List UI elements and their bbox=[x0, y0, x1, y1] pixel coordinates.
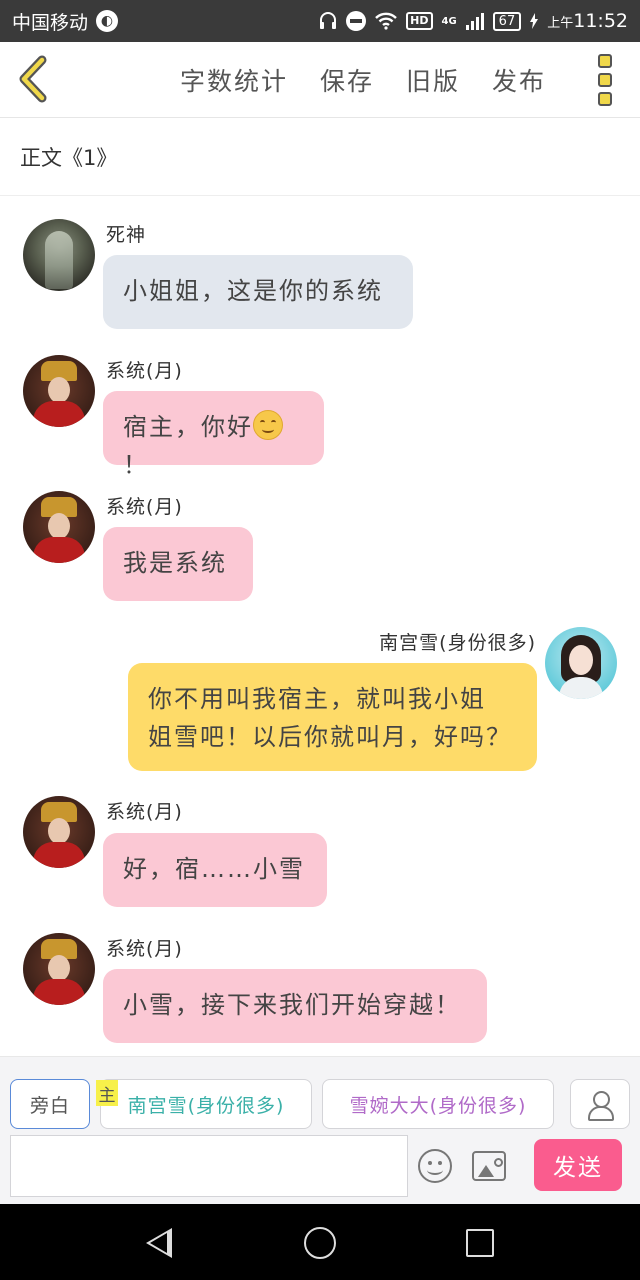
bubble-text: 宿主，你好 bbox=[123, 413, 253, 441]
send-button[interactable]: 发送 bbox=[534, 1139, 622, 1191]
avatar[interactable] bbox=[23, 796, 95, 868]
bubble-text-suffix: ！ bbox=[123, 451, 149, 479]
header-actions: 字数统计 保存 旧版 发布 bbox=[180, 42, 546, 118]
avatar[interactable] bbox=[23, 355, 95, 427]
bubble-text-line: 姐雪吧！以后你就叫月，好吗？ bbox=[148, 723, 512, 751]
system-nav-bar bbox=[0, 1204, 640, 1280]
user-icon bbox=[586, 1089, 614, 1121]
chat-bubble[interactable]: 你不用叫我宿主，就叫我小姐 姐雪吧！以后你就叫月，好吗？ bbox=[128, 663, 537, 771]
wifi-icon bbox=[375, 12, 398, 30]
composer: 旁白 南宫雪(身份很多) 雪婉大大(身份很多) 发送 bbox=[0, 1056, 640, 1204]
message-input[interactable] bbox=[10, 1135, 408, 1197]
signal-icon bbox=[465, 12, 484, 30]
chevron-left-icon bbox=[19, 55, 47, 103]
nav-home-icon[interactable] bbox=[304, 1227, 336, 1259]
speaker-name: 系统(月) bbox=[106, 801, 183, 823]
word-count-button[interactable]: 字数统计 bbox=[180, 62, 288, 98]
speaker-name: 系统(月) bbox=[106, 496, 183, 518]
speaker-name: 死神 bbox=[106, 224, 147, 246]
more-dot-icon bbox=[598, 73, 612, 87]
speaker-name: 系统(月) bbox=[106, 938, 183, 960]
more-menu-button[interactable] bbox=[594, 54, 616, 106]
publish-button[interactable]: 发布 bbox=[492, 62, 546, 98]
avatar[interactable] bbox=[23, 933, 95, 1005]
nav-back-icon[interactable] bbox=[146, 1228, 172, 1258]
image-icon[interactable] bbox=[472, 1151, 506, 1181]
chat-area: 死神 小姐姐，这是你的系统 系统(月) 宿主，你好 ！ 系统(月) 我是系统 南宫… bbox=[0, 196, 640, 1056]
role-nangong-xue-button[interactable]: 南宫雪(身份很多) bbox=[100, 1079, 312, 1129]
chapter-title[interactable]: 正文《1》 bbox=[0, 118, 640, 196]
main-role-tag: 主 bbox=[96, 1080, 118, 1106]
old-version-button[interactable]: 旧版 bbox=[406, 62, 460, 98]
hd-badge: HD bbox=[406, 12, 433, 30]
nav-recent-apps-icon[interactable] bbox=[466, 1229, 494, 1257]
avatar[interactable] bbox=[545, 627, 617, 699]
do-not-disturb-icon bbox=[346, 11, 367, 31]
avatar[interactable] bbox=[23, 219, 95, 291]
network-type: 4G bbox=[441, 15, 457, 27]
app-header: 字数统计 保存 旧版 发布 bbox=[0, 42, 640, 118]
bubble-text-line: 你不用叫我宿主，就叫我小姐 bbox=[148, 685, 486, 713]
chat-bubble[interactable]: 小雪，接下来我们开始穿越！ bbox=[103, 969, 487, 1043]
avatar[interactable] bbox=[23, 491, 95, 563]
add-role-button[interactable] bbox=[570, 1079, 630, 1129]
carrier-group: 中国移动 ◐ bbox=[12, 8, 119, 35]
role-xuewan-button[interactable]: 雪婉大大(身份很多) bbox=[322, 1079, 554, 1129]
ampm-label: 上午 bbox=[547, 16, 574, 31]
status-right: HD 4G 67 上午11:52 bbox=[319, 10, 628, 32]
emoji-icon[interactable] bbox=[418, 1149, 452, 1183]
clock: 11:52 bbox=[573, 10, 628, 32]
status-bar: 中国移动 ◐ HD 4G 67 上午11:52 bbox=[0, 0, 640, 42]
back-button[interactable] bbox=[14, 54, 54, 104]
speaker-name: 系统(月) bbox=[106, 360, 183, 382]
smiling-face-emoji-icon bbox=[253, 410, 283, 440]
more-dot-icon bbox=[598, 92, 612, 106]
headphones-icon bbox=[319, 11, 337, 31]
role-narrator-button[interactable]: 旁白 bbox=[10, 1079, 90, 1129]
more-dot-icon bbox=[598, 54, 612, 68]
chat-bubble[interactable]: 我是系统 bbox=[103, 527, 253, 601]
carrier-name: 中国移动 bbox=[12, 11, 89, 34]
speaker-name: 南宫雪(身份很多) bbox=[379, 632, 536, 654]
save-button[interactable]: 保存 bbox=[320, 62, 374, 98]
chat-bubble[interactable]: 宿主，你好 ！ bbox=[103, 391, 324, 479]
charging-icon bbox=[530, 13, 539, 29]
battery-icon: 67 bbox=[492, 11, 522, 31]
chat-bubble[interactable]: 好，宿……小雪 bbox=[103, 833, 327, 907]
globe-icon: ◐ bbox=[96, 10, 119, 32]
chat-bubble[interactable]: 小姐姐，这是你的系统 bbox=[103, 255, 413, 329]
